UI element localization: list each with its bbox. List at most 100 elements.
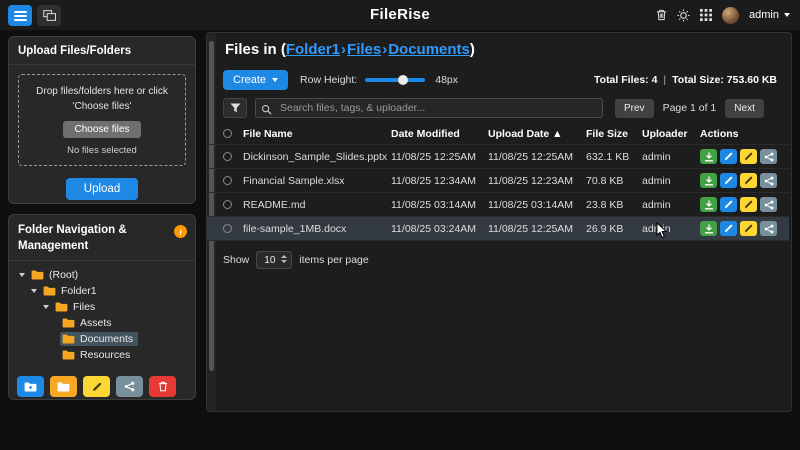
panels-icon bbox=[43, 10, 56, 21]
caret-down-icon bbox=[784, 13, 790, 17]
show-label: Show bbox=[223, 254, 249, 266]
file-name[interactable]: README.md bbox=[243, 199, 391, 211]
download-button[interactable] bbox=[700, 197, 717, 212]
tag-edit-button[interactable] bbox=[740, 173, 757, 188]
header-file-size[interactable]: File Size bbox=[586, 128, 642, 140]
trash-button[interactable] bbox=[656, 9, 667, 21]
select-all-checkbox[interactable] bbox=[223, 129, 232, 138]
edit-button[interactable] bbox=[720, 197, 737, 212]
share-icon bbox=[764, 224, 774, 234]
spinner-arrows-icon bbox=[281, 255, 287, 263]
header-actions: Actions bbox=[700, 128, 739, 140]
folder-icon bbox=[55, 302, 68, 312]
file-name[interactable]: file-sample_1MB.docx bbox=[243, 223, 391, 235]
breadcrumb-files[interactable]: Files bbox=[347, 41, 381, 58]
edit-button[interactable] bbox=[720, 173, 737, 188]
share-folder-button[interactable] bbox=[116, 376, 143, 397]
share-button[interactable] bbox=[760, 173, 777, 188]
edit-icon bbox=[724, 176, 733, 185]
folder-navigation-card: Folder Navigation & Management i (Root) … bbox=[8, 214, 196, 400]
share-button[interactable] bbox=[760, 197, 777, 212]
row-checkbox[interactable] bbox=[223, 224, 232, 233]
rename-folder-button[interactable] bbox=[83, 376, 110, 397]
header-file-name[interactable]: File Name bbox=[243, 128, 391, 140]
layout-toggle-button[interactable] bbox=[37, 5, 61, 26]
user-menu[interactable]: admin bbox=[749, 9, 790, 21]
tree-item-files[interactable]: Files bbox=[15, 299, 189, 315]
tree-item-label: Assets bbox=[80, 317, 112, 329]
row-height-label: Row Height: bbox=[300, 74, 357, 86]
download-button[interactable] bbox=[700, 221, 717, 236]
breadcrumb-documents[interactable]: Documents bbox=[388, 41, 470, 58]
row-actions bbox=[700, 149, 777, 164]
items-per-page-select[interactable]: 10 bbox=[256, 251, 292, 269]
filter-button[interactable] bbox=[223, 98, 247, 118]
info-icon[interactable]: i bbox=[174, 225, 187, 238]
uploader: admin bbox=[642, 151, 700, 163]
upload-date: 11/08/25 12:23AM bbox=[488, 175, 586, 187]
dropzone[interactable]: Drop files/folders here or click 'Choose… bbox=[18, 74, 186, 166]
folder-icon bbox=[62, 350, 75, 360]
tree-item-resources[interactable]: Resources bbox=[15, 347, 189, 363]
page-title: Files in (Folder1›Files›Documents) bbox=[225, 41, 475, 58]
theme-toggle-button[interactable] bbox=[677, 9, 690, 22]
tag-edit-button[interactable] bbox=[740, 197, 757, 212]
tree-item-documents[interactable]: Documents bbox=[15, 331, 189, 347]
share-button[interactable] bbox=[760, 149, 777, 164]
tree-item-root[interactable]: (Root) bbox=[15, 267, 189, 283]
file-name[interactable]: Dickinson_Sample_Slides.pptx bbox=[243, 151, 391, 163]
create-folder-button[interactable] bbox=[17, 376, 44, 397]
uploader: admin bbox=[642, 199, 700, 211]
file-name[interactable]: Financial Sample.xlsx bbox=[243, 175, 391, 187]
file-table: File Name Date Modified Upload Date ▲ Fi… bbox=[207, 123, 789, 241]
table-row: file-sample_1MB.docx 11/08/25 03:24AM 11… bbox=[207, 217, 789, 241]
dropzone-text-line1: Drop files/folders here or click bbox=[25, 84, 179, 99]
choose-files-button[interactable]: Choose files bbox=[63, 121, 140, 138]
upload-card: Upload Files/Folders Drop files/folders … bbox=[8, 36, 196, 204]
row-checkbox[interactable] bbox=[223, 200, 232, 209]
share-button[interactable] bbox=[760, 221, 777, 236]
upload-button[interactable]: Upload bbox=[66, 178, 138, 200]
header-upload-date[interactable]: Upload Date ▲ bbox=[488, 128, 586, 140]
share-icon bbox=[124, 381, 135, 392]
create-button[interactable]: Create bbox=[223, 70, 288, 90]
download-button[interactable] bbox=[700, 173, 717, 188]
breadcrumb-folder1[interactable]: Folder1 bbox=[286, 41, 340, 58]
upload-date: 11/08/25 12:25AM bbox=[488, 151, 586, 163]
totals: Total Files: 4 | Total Size: 753.60 KB bbox=[594, 74, 777, 86]
row-checkbox[interactable] bbox=[223, 152, 232, 161]
tag-edit-button[interactable] bbox=[740, 221, 757, 236]
folder-card-header: Folder Navigation & Management i bbox=[9, 215, 195, 261]
menu-button[interactable] bbox=[8, 5, 32, 26]
tag-edit-button[interactable] bbox=[740, 149, 757, 164]
download-icon bbox=[704, 176, 714, 186]
search-input[interactable] bbox=[255, 98, 603, 118]
slider-thumb[interactable] bbox=[398, 75, 408, 85]
grid-icon bbox=[700, 9, 712, 21]
tree-item-assets[interactable]: Assets bbox=[15, 315, 189, 331]
file-size: 23.8 KB bbox=[586, 199, 642, 211]
file-size: 26.9 KB bbox=[586, 223, 642, 235]
share-icon bbox=[764, 152, 774, 162]
edit-button[interactable] bbox=[720, 149, 737, 164]
row-height-slider[interactable] bbox=[365, 75, 425, 85]
create-button-label: Create bbox=[233, 74, 266, 86]
folder-icon bbox=[62, 318, 75, 328]
folder-actions bbox=[17, 376, 195, 397]
download-button[interactable] bbox=[700, 149, 717, 164]
edit-button[interactable] bbox=[720, 221, 737, 236]
file-size: 632.1 KB bbox=[586, 151, 642, 163]
username: admin bbox=[749, 9, 779, 21]
tree-caret-icon bbox=[43, 305, 49, 309]
row-checkbox[interactable] bbox=[223, 176, 232, 185]
delete-folder-button[interactable] bbox=[149, 376, 176, 397]
header-uploader[interactable]: Uploader bbox=[642, 128, 700, 140]
topbar: FileRise admin bbox=[0, 0, 800, 30]
prev-page-button[interactable]: Prev bbox=[615, 99, 654, 118]
next-page-button[interactable]: Next bbox=[725, 99, 764, 118]
tree-item-folder1[interactable]: Folder1 bbox=[15, 283, 189, 299]
folder-add-icon bbox=[24, 382, 37, 392]
header-date-modified[interactable]: Date Modified bbox=[391, 128, 488, 140]
apps-grid-button[interactable] bbox=[700, 9, 712, 21]
move-folder-button[interactable] bbox=[50, 376, 77, 397]
